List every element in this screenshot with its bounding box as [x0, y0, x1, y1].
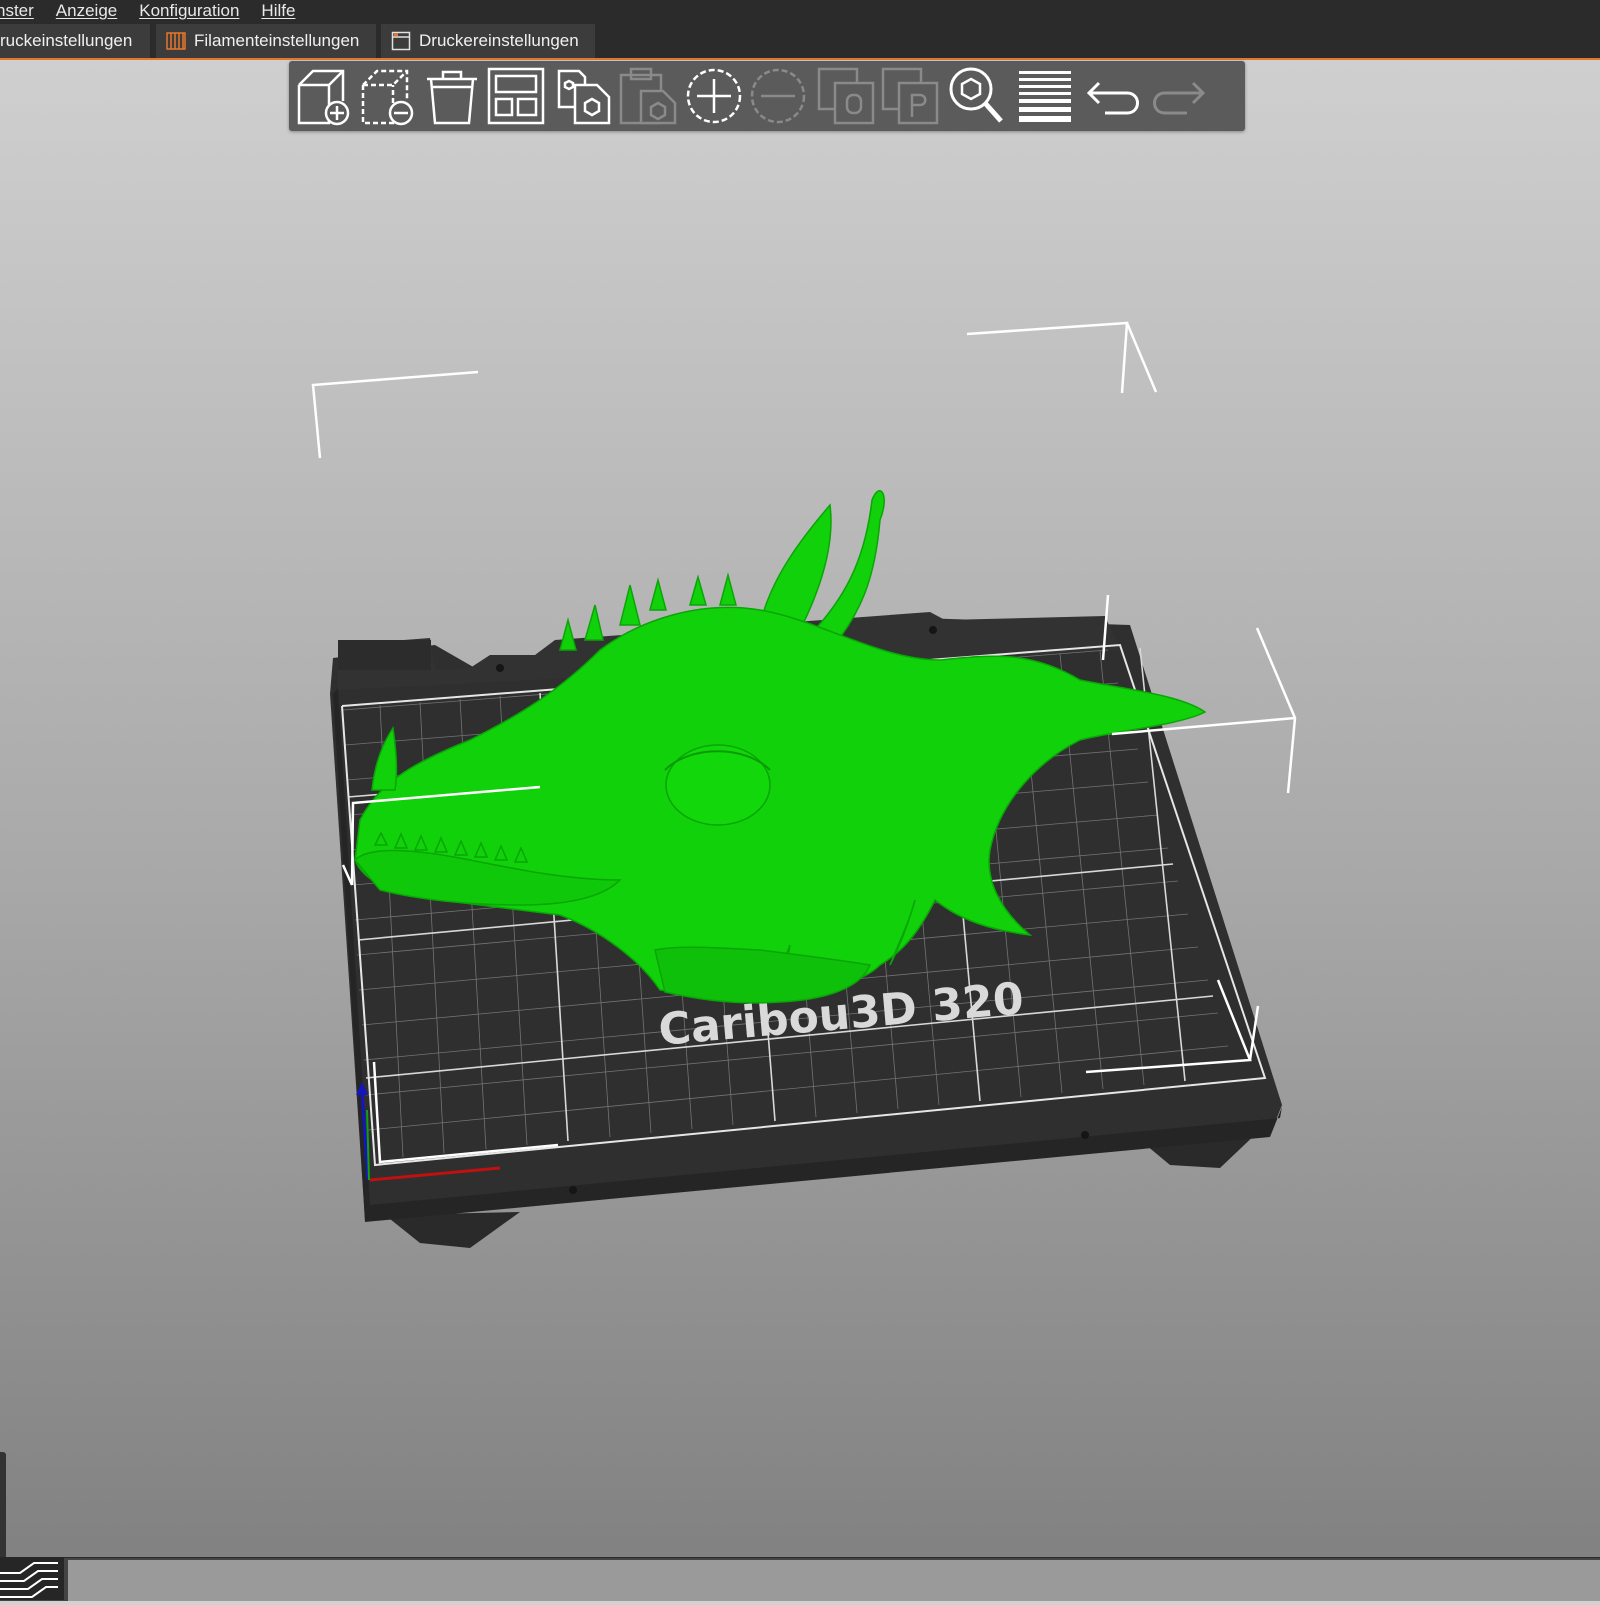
- split-parts-icon: [881, 67, 939, 125]
- tab-print-settings-label: ruckeinstellungen: [0, 31, 133, 50]
- add-cube-icon: [297, 69, 350, 126]
- paste-icon: [619, 67, 677, 125]
- filament-icon: [166, 32, 186, 50]
- 3d-viewport[interactable]: Caribou3D 320: [0, 0, 1600, 1600]
- undo-icon: [1086, 81, 1139, 115]
- menu-configuration[interactable]: Konfiguration: [139, 1, 239, 21]
- plus-circle-icon: [686, 68, 742, 124]
- add-instance-button[interactable]: [683, 65, 745, 127]
- layers-view-button[interactable]: [0, 1557, 64, 1600]
- menu-bar: nster Anzeige Konfiguration Hilfe: [0, 0, 1600, 22]
- tab-filament-settings-label: Filamenteinstellungen: [194, 31, 360, 50]
- layer-slider-bar: [0, 1557, 1600, 1601]
- undo-button[interactable]: [1083, 65, 1145, 127]
- layers-icon: [1019, 71, 1071, 122]
- paste-button[interactable]: [617, 65, 679, 127]
- tab-printer-settings[interactable]: Druckereinstellungen: [381, 24, 595, 58]
- add-object-button[interactable]: [293, 65, 355, 127]
- tab-filament-settings[interactable]: Filamenteinstellungen: [156, 24, 376, 58]
- trash-icon: [427, 70, 477, 125]
- split-parts-button[interactable]: [879, 65, 941, 127]
- menu-help[interactable]: Hilfe: [261, 1, 295, 21]
- collapsed-side-panel[interactable]: [0, 1452, 6, 1562]
- delete-all-button[interactable]: [421, 65, 483, 127]
- arrange-button[interactable]: [485, 65, 547, 127]
- redo-icon: [1153, 81, 1206, 115]
- search-icon: [949, 67, 1003, 123]
- remove-cube-icon: [361, 69, 414, 126]
- tab-print-settings[interactable]: ruckeinstellungen: [0, 24, 150, 58]
- remove-object-button[interactable]: [357, 65, 419, 127]
- tab-bar: ruckeinstellungen Filamenteinstellungen …: [0, 22, 1600, 60]
- search-button[interactable]: [945, 65, 1007, 127]
- split-objects-icon: [817, 67, 875, 125]
- copy-icon: [557, 69, 611, 125]
- menu-window[interactable]: nster: [0, 1, 34, 21]
- copy-button[interactable]: [553, 65, 615, 127]
- tab-printer-settings-label: Druckereinstellungen: [419, 31, 579, 50]
- layers-stack-icon: [0, 1562, 58, 1598]
- horizontal-layer-slider[interactable]: [68, 1560, 1600, 1601]
- menu-view[interactable]: Anzeige: [56, 1, 117, 21]
- remove-instance-button[interactable]: [747, 65, 809, 127]
- arrange-icon: [487, 67, 545, 125]
- redo-button[interactable]: [1147, 65, 1209, 127]
- split-objects-button[interactable]: [815, 65, 877, 127]
- variable-layer-height-button[interactable]: [1013, 65, 1075, 127]
- plater-toolbar: [289, 61, 1245, 131]
- printer-icon: [391, 31, 411, 51]
- minus-circle-icon: [750, 68, 806, 124]
